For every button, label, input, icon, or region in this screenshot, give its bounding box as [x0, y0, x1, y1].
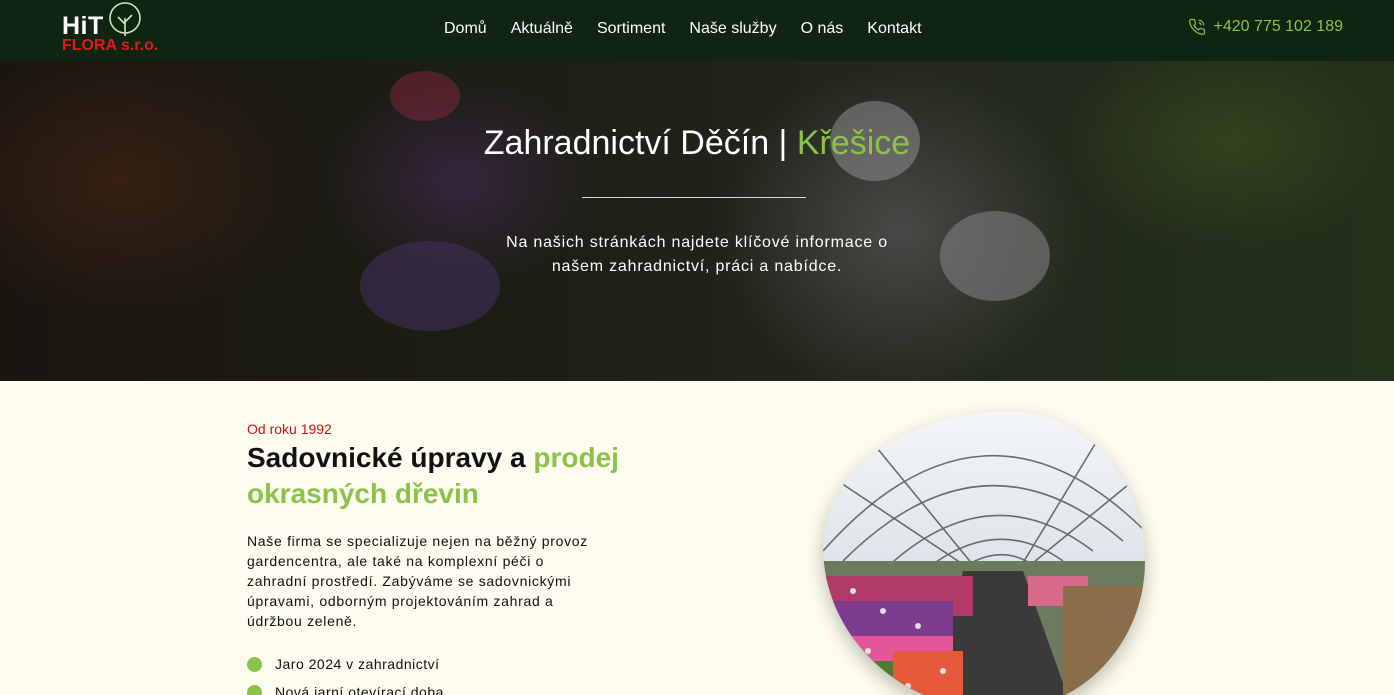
hero-content: Zahradnictví Děčín | Křešice Na našich s… [0, 61, 1394, 381]
phone-icon [1188, 18, 1205, 36]
list-item[interactable]: Nová jarní otevírací doba [247, 678, 444, 695]
feature-list: Jaro 2024 v zahradnictví Nová jarní otev… [247, 650, 444, 695]
nav-item-contact[interactable]: Kontakt [855, 18, 933, 40]
phone-number: +420 775 102 189 [1213, 18, 1343, 35]
nav-item-services[interactable]: Naše služby [677, 18, 788, 40]
main-nav: Domů Aktuálně Sortiment Naše služby O ná… [432, 18, 934, 40]
nav-item-home[interactable]: Domů [432, 18, 499, 40]
phone-link[interactable]: +420 775 102 189 [1188, 18, 1343, 36]
hero-divider [582, 197, 806, 198]
section-heading: Sadovnické úpravy a prodej okrasných dře… [247, 440, 627, 512]
hero-banner: Zahradnictví Děčín | Křešice Na našich s… [0, 61, 1394, 381]
nav-item-about[interactable]: O nás [789, 18, 856, 40]
hero-title-accent: Křešice [796, 124, 911, 162]
bullet-icon [247, 656, 262, 672]
section-heading-main: Sadovnické úpravy a [247, 442, 534, 473]
list-item[interactable]: Jaro 2024 v zahradnictví [247, 650, 444, 678]
logo-subtext: FLORA s.r.o. [62, 37, 159, 54]
hero-title-main: Zahradnictví Děčín | [483, 124, 797, 162]
greenhouse-image [823, 411, 1145, 695]
bullet-icon [247, 684, 262, 695]
greenhouse-photo [823, 411, 1145, 695]
nav-item-news[interactable]: Aktuálně [499, 18, 585, 40]
site-header: HiT FLORA s.r.o. Domů Aktuálně Sortiment… [0, 0, 1394, 61]
hero-subtitle: Na našich stránkách najdete klíčové info… [506, 234, 888, 275]
section-description: Naše firma se specializuje nejen na běžn… [247, 533, 588, 629]
nav-item-assortment[interactable]: Sortiment [585, 18, 677, 40]
list-item-label: Jaro 2024 v zahradnictví [275, 656, 440, 672]
list-item-label: Nová jarní otevírací doba [275, 684, 444, 695]
section-kicker: Od roku 1992 [247, 421, 332, 437]
hero-title: Zahradnictví Děčín | Křešice [0, 124, 1394, 163]
logo[interactable]: HiT FLORA s.r.o. [62, 2, 174, 58]
tree-logo-icon [109, 2, 141, 36]
